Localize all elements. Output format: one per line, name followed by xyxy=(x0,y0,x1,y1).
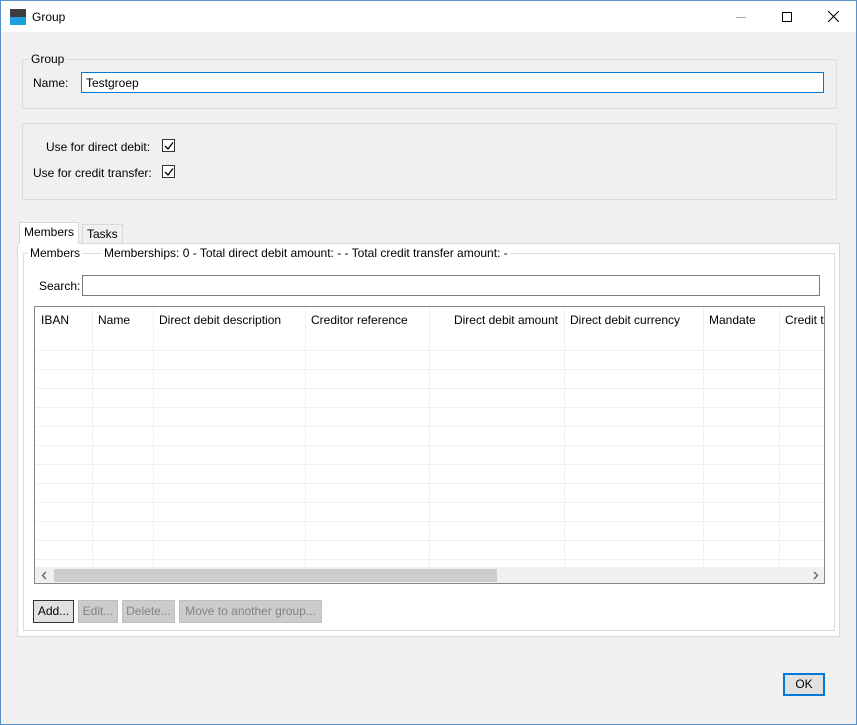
horizontal-scrollbar[interactable] xyxy=(35,567,824,583)
credit-transfer-label: Use for credit transfer: xyxy=(33,166,152,180)
window-title: Group xyxy=(32,10,66,24)
title-bar[interactable]: Group xyxy=(1,1,856,32)
search-label: Search: xyxy=(39,279,81,293)
scrollbar-thumb[interactable] xyxy=(54,569,497,582)
group-dialog: Group Group Name: Use for direct debit: … xyxy=(0,0,857,725)
edit-button[interactable]: Edit... xyxy=(78,600,118,623)
name-label: Name: xyxy=(33,76,69,90)
grid-line xyxy=(703,307,704,567)
grid-line xyxy=(35,464,824,465)
checkmark-icon xyxy=(164,142,174,150)
scroll-right-button[interactable] xyxy=(807,567,824,583)
direct-debit-checkbox[interactable] xyxy=(162,139,175,152)
minimize-icon xyxy=(736,16,746,18)
grid-line xyxy=(92,307,93,567)
credit-transfer-checkbox[interactable] xyxy=(162,165,175,178)
move-to-group-button[interactable]: Move to another group... xyxy=(179,600,322,623)
grid-line xyxy=(35,388,824,389)
col-header-iban[interactable]: IBAN xyxy=(35,307,92,333)
name-input[interactable] xyxy=(81,72,824,93)
checkmark-icon xyxy=(164,168,174,176)
grid-line xyxy=(35,350,824,351)
add-button[interactable]: Add... xyxy=(33,600,74,623)
grid-line xyxy=(35,445,824,446)
grid-line xyxy=(35,521,824,522)
col-header-name[interactable]: Name xyxy=(92,307,153,333)
col-header-mandate[interactable]: Mandate xyxy=(703,307,779,333)
grid-line xyxy=(779,307,780,567)
minimize-button[interactable] xyxy=(718,1,764,32)
maximize-button[interactable] xyxy=(764,1,810,32)
grid-line xyxy=(35,559,824,560)
grid-line xyxy=(153,307,154,567)
col-header-dd-amount[interactable]: Direct debit amount xyxy=(429,307,564,333)
grid-line xyxy=(564,307,565,567)
scroll-left-button[interactable] xyxy=(35,567,52,583)
group-legend: Group xyxy=(29,52,67,66)
delete-button[interactable]: Delete... xyxy=(122,600,175,623)
app-icon xyxy=(10,9,26,25)
grid-line xyxy=(35,483,824,484)
grid-line xyxy=(429,307,430,567)
chevron-left-icon xyxy=(41,571,46,580)
tab-tasks[interactable]: Tasks xyxy=(82,224,123,244)
close-icon xyxy=(827,11,839,22)
col-header-creditor-reference[interactable]: Creditor reference xyxy=(305,307,429,333)
tab-members[interactable]: Members xyxy=(19,222,80,244)
chevron-right-icon xyxy=(813,571,818,580)
col-header-dd-description[interactable]: Direct debit description xyxy=(153,307,305,333)
grid-line xyxy=(35,540,824,541)
search-input[interactable] xyxy=(82,275,820,296)
options-box xyxy=(22,123,837,200)
maximize-icon xyxy=(782,11,792,22)
members-legend: Members xyxy=(28,246,83,260)
grid-line xyxy=(35,426,824,427)
grid-line xyxy=(35,369,824,370)
members-summary: Memberships: 0 - Total direct debit amou… xyxy=(102,246,510,260)
ok-button[interactable]: OK xyxy=(783,673,825,696)
close-button[interactable] xyxy=(810,1,856,32)
members-table[interactable]: IBAN Name Direct debit description Credi… xyxy=(34,306,825,584)
col-header-dd-currency[interactable]: Direct debit currency xyxy=(564,307,703,333)
direct-debit-label: Use for direct debit: xyxy=(46,140,151,154)
grid-line xyxy=(35,407,824,408)
col-header-credit-transfer[interactable]: Credit t xyxy=(779,307,824,333)
grid-line xyxy=(35,502,824,503)
grid-line xyxy=(305,307,306,567)
